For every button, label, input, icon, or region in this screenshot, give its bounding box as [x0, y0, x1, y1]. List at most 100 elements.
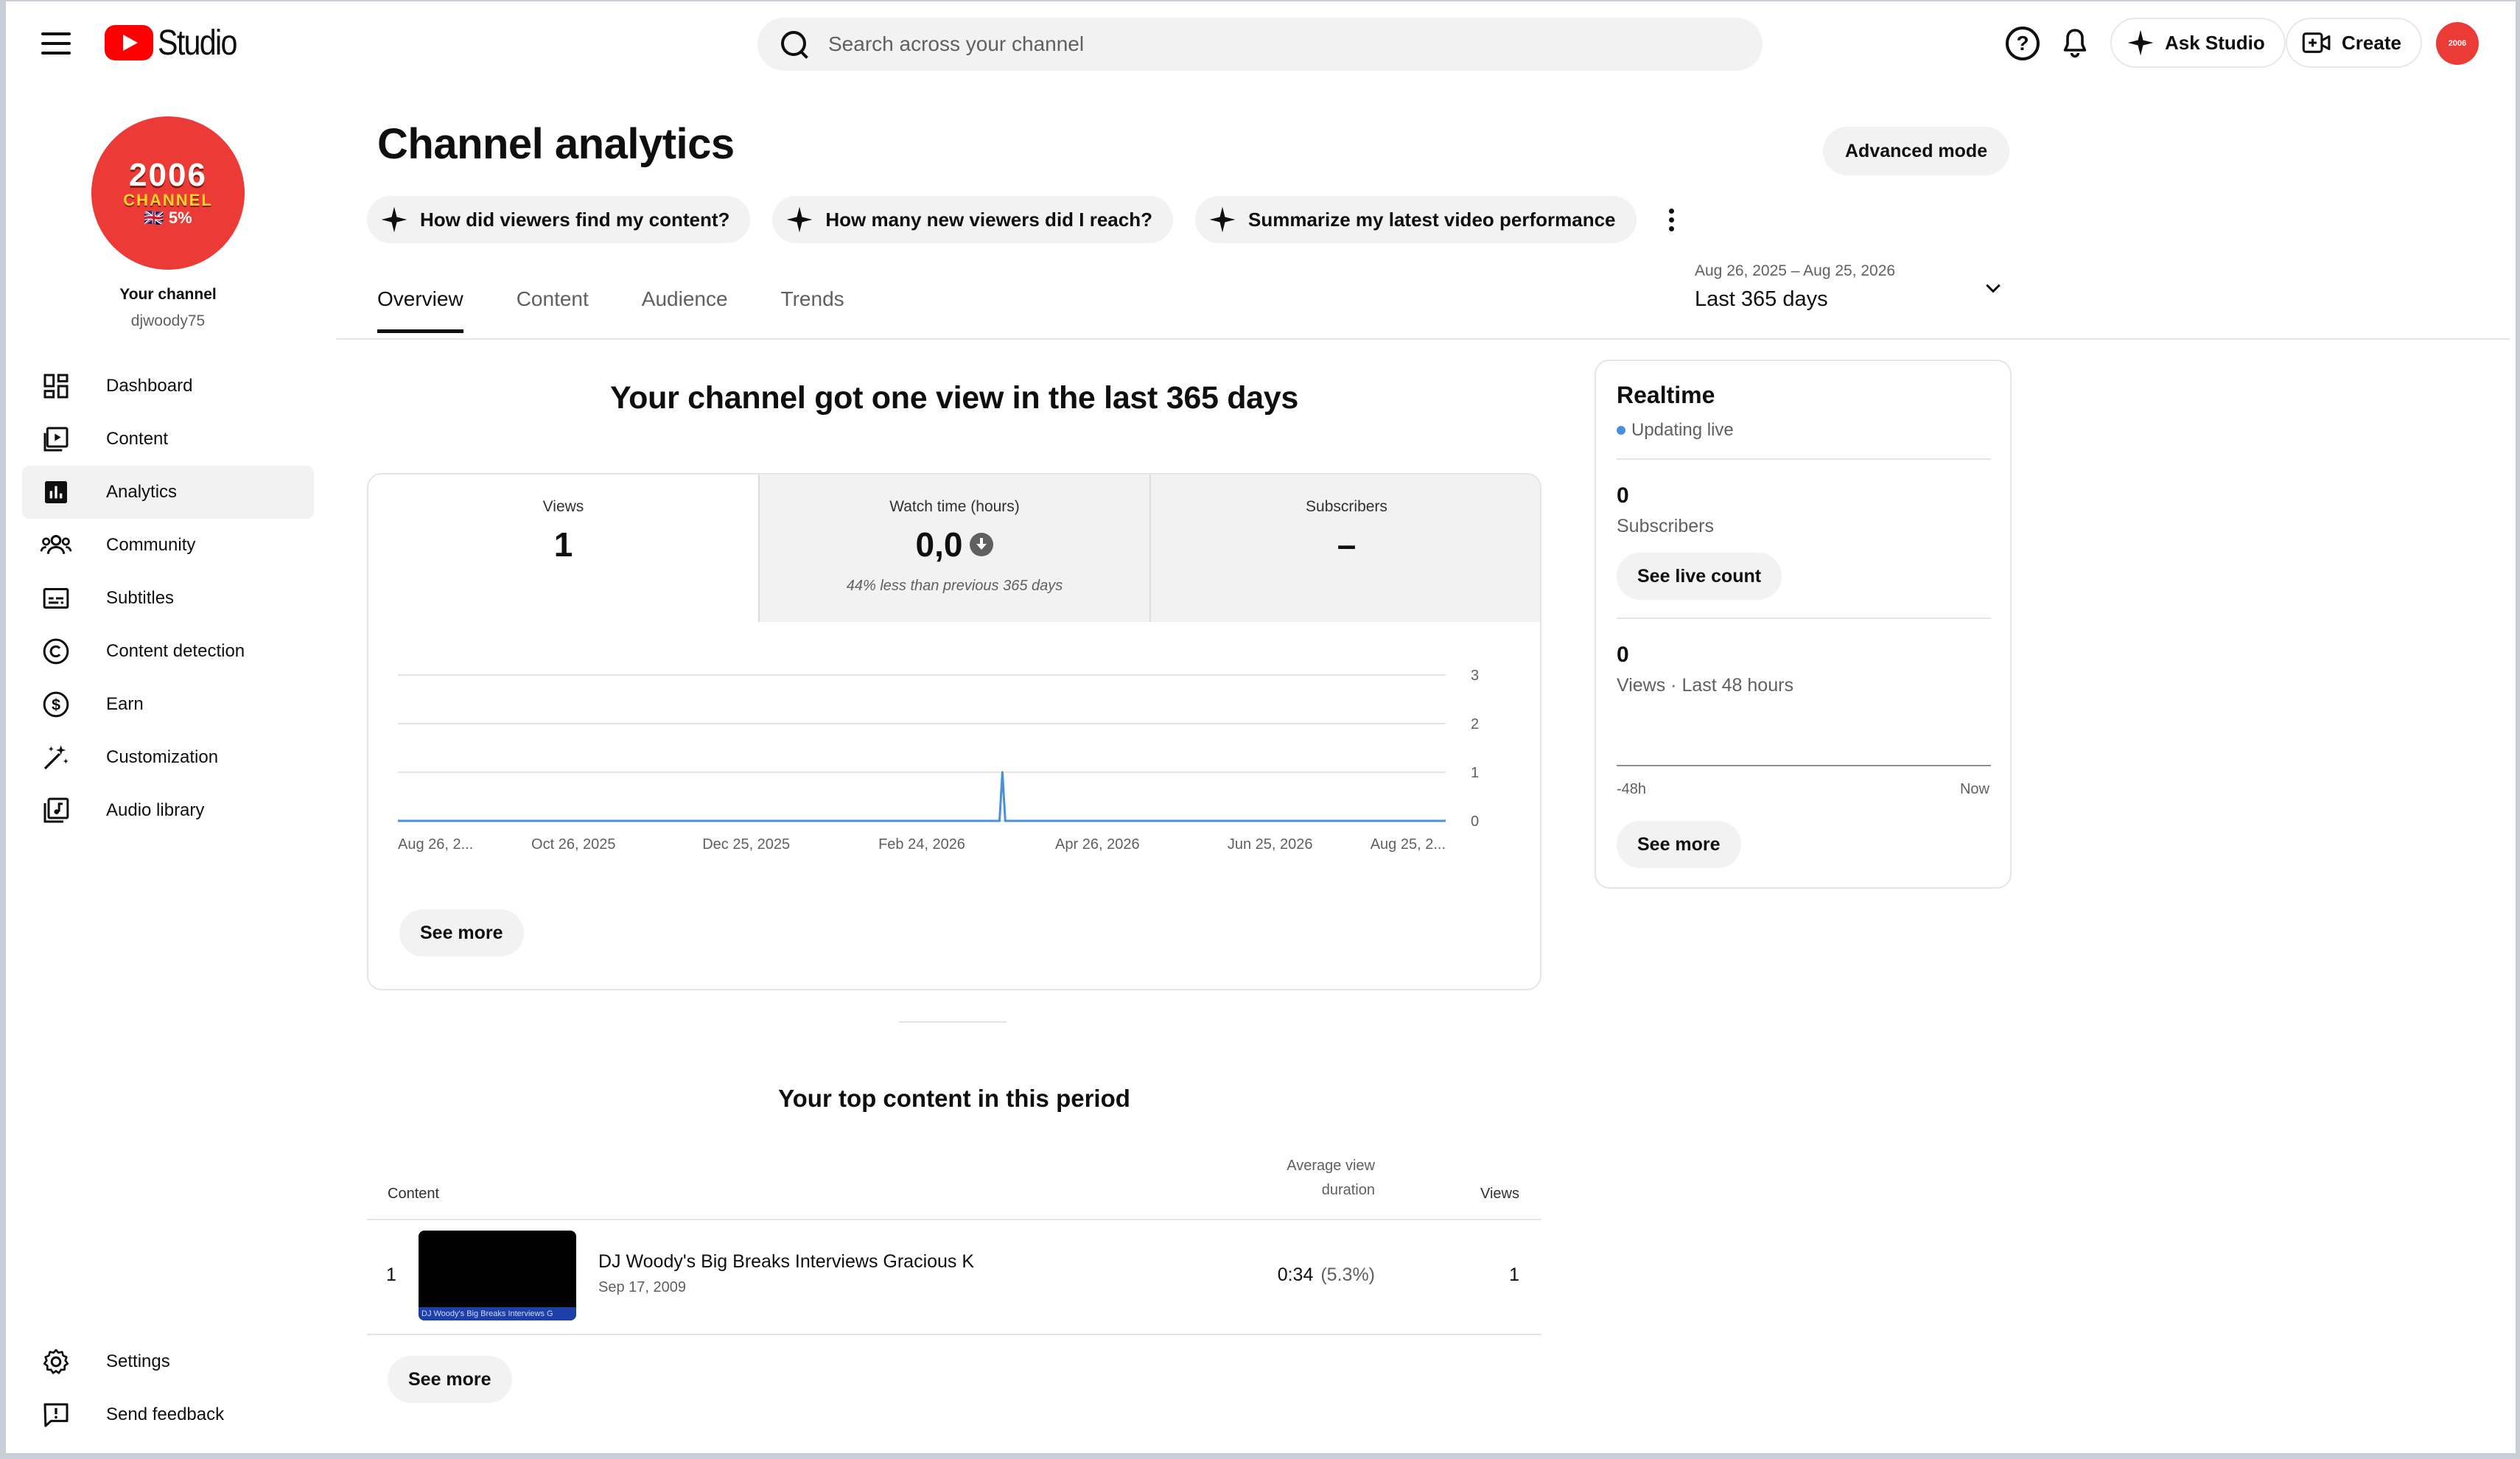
create-label: Create [2342, 31, 2401, 54]
video-thumbnail[interactable]: DJ Woody's Big Breaks Interviews G [419, 1231, 576, 1320]
date-range-picker[interactable]: Aug 26, 2025 – Aug 25, 2026 Last 365 day… [1695, 262, 2004, 321]
sparkle-icon [1209, 206, 1236, 233]
sidebar-item-customization[interactable]: Customization [22, 731, 314, 784]
your-channel-label[interactable]: Your channel [6, 286, 330, 304]
sparkle-icon [786, 206, 813, 233]
realtime-chart-baseline [1617, 765, 1991, 766]
duration-value: 0:34 [1277, 1264, 1314, 1285]
metric-value-wrap: – [1151, 525, 1540, 564]
sidebar-item-label: Dashboard [106, 376, 193, 396]
metric-tabs: Views 1 Watch time (hours) 0,0 44% less … [368, 475, 1540, 622]
avd-line2: duration [1321, 1182, 1375, 1198]
search-icon[interactable] [778, 28, 811, 60]
realtime-subscribers-label: Subscribers [1617, 516, 1714, 536]
sidebar-item-community[interactable]: Community [22, 519, 314, 572]
chart-see-more-button[interactable]: See more [399, 909, 524, 956]
views-series-line [398, 771, 1446, 822]
ask-studio-label: Ask Studio [2165, 31, 2265, 54]
account-avatar[interactable]: 2006 [2436, 22, 2479, 65]
metric-views[interactable]: Views 1 [368, 475, 760, 622]
ask-studio-button[interactable]: Ask Studio [2110, 18, 2286, 68]
sidebar-item-content[interactable]: Content [22, 413, 314, 466]
audio-library-icon [40, 794, 72, 827]
youtube-play-icon [105, 25, 153, 60]
metric-note: 44% less than previous 365 days [846, 578, 1063, 594]
sidebar-nav: Dashboard Content Analytics Community Su… [22, 360, 314, 837]
date-range-label: Last 365 days [1695, 287, 1828, 311]
x-tick-label: Oct 26, 2025 [531, 836, 616, 853]
realtime-see-more-button[interactable]: See more [1617, 821, 1741, 868]
top-content-see-more-button[interactable]: See more [388, 1356, 512, 1403]
realtime-divider [1617, 458, 1991, 460]
section-divider [899, 1021, 1007, 1023]
metric-value-wrap: 0,0 [760, 525, 1149, 564]
sidebar-item-settings[interactable]: Settings [22, 1335, 314, 1388]
channel-avatar[interactable]: 2006 CHANNEL 🇬🇧 5% [91, 116, 245, 270]
advanced-mode-button[interactable]: Advanced mode [1823, 127, 2010, 175]
x-tick-label: Jun 25, 2026 [1228, 836, 1313, 853]
top-content-title: Your top content in this period [778, 1085, 1130, 1112]
sidebar-item-content-detection[interactable]: Content detection [22, 625, 314, 678]
sidebar-item-label: Content [106, 429, 169, 449]
main-content: Channel analytics Advanced mode How did … [336, 87, 2510, 1453]
video-date: Sep 17, 2009 [598, 1279, 686, 1295]
tab-content[interactable]: Content [517, 287, 589, 333]
analytics-tabs: Overview Content Audience Trends [377, 287, 844, 333]
table-divider [367, 1334, 1541, 1335]
column-header-avd[interactable]: Average view duration [1228, 1154, 1375, 1203]
chip-viewers-find[interactable]: How did viewers find my content? [367, 196, 751, 243]
avatar-line3: 🇬🇧 5% [144, 209, 192, 227]
more-options-icon[interactable] [1657, 197, 1687, 242]
notifications-bell-icon[interactable] [2057, 25, 2093, 62]
svg-text:$: $ [52, 696, 60, 714]
overview-card: Views 1 Watch time (hours) 0,0 44% less … [367, 473, 1541, 990]
chip-new-viewers[interactable]: How many new viewers did I reach? [772, 196, 1173, 243]
top-bar: Studio ? Ask Studio Create 2006 [0, 0, 2520, 87]
avg-view-duration: 0:34 (5.3%) [1278, 1264, 1375, 1286]
create-button[interactable]: Create [2286, 18, 2422, 68]
x-tick-label: Apr 26, 2026 [1055, 836, 1140, 853]
dollar-icon: $ [40, 688, 72, 721]
table-row[interactable]: 1 DJ Woody's Big Breaks Interviews G DJ … [367, 1220, 1541, 1331]
help-icon[interactable]: ? [2006, 27, 2040, 60]
sidebar-bottom-nav: Settings Send feedback [22, 1335, 314, 1441]
sidebar-item-analytics[interactable]: Analytics [22, 466, 314, 519]
chip-summarize[interactable]: Summarize my latest video performance [1194, 196, 1637, 243]
sidebar-item-send-feedback[interactable]: Send feedback [22, 1388, 314, 1441]
live-label: Updating live [1631, 420, 1734, 440]
sidebar-item-label: Subtitles [106, 588, 175, 608]
metric-label: Watch time (hours) [889, 498, 1020, 515]
metric-value-wrap: 1 [368, 525, 758, 564]
search-bar[interactable] [757, 18, 1763, 71]
studio-logo[interactable]: Studio [105, 22, 249, 63]
realtime-live-status: Updating live [1617, 420, 1734, 441]
metric-label: Views [542, 498, 584, 515]
logo-text: Studio [158, 23, 237, 63]
sidebar-item-label: Send feedback [106, 1404, 225, 1424]
ask-chips: How did viewers find my content? How man… [367, 196, 1687, 243]
tab-overview[interactable]: Overview [377, 287, 463, 333]
sidebar-item-audio-library[interactable]: Audio library [22, 784, 314, 837]
thumbnail-caption: DJ Woody's Big Breaks Interviews G [419, 1307, 576, 1320]
tab-trends[interactable]: Trends [781, 287, 844, 333]
sidebar-item-dashboard[interactable]: Dashboard [22, 360, 314, 413]
metric-subscribers[interactable]: Subscribers – [1151, 475, 1540, 622]
menu-icon[interactable] [34, 25, 78, 62]
column-header-views[interactable]: Views [1480, 1186, 1519, 1203]
sidebar-item-earn[interactable]: $ Earn [22, 678, 314, 731]
realtime-axis-end: Now [1959, 781, 1989, 797]
row-rank: 1 [386, 1264, 396, 1285]
sparkle-icon [2127, 29, 2154, 56]
metric-watch-time[interactable]: Watch time (hours) 0,0 44% less than pre… [760, 475, 1151, 622]
x-tick-label: Aug 25, 2... [1371, 836, 1446, 853]
metric-label: Subscribers [1306, 498, 1387, 515]
chevron-down-icon [1986, 284, 2001, 293]
sidebar-item-label: Customization [106, 747, 219, 767]
column-header-content: Content [388, 1186, 440, 1202]
tab-audience[interactable]: Audience [642, 287, 728, 333]
video-title[interactable]: DJ Woody's Big Breaks Interviews Graciou… [598, 1251, 974, 1273]
see-live-count-button[interactable]: See live count [1617, 553, 1782, 600]
search-input[interactable] [828, 32, 1712, 56]
y-tick-label: 1 [1471, 765, 1479, 781]
sidebar-item-subtitles[interactable]: Subtitles [22, 572, 314, 625]
